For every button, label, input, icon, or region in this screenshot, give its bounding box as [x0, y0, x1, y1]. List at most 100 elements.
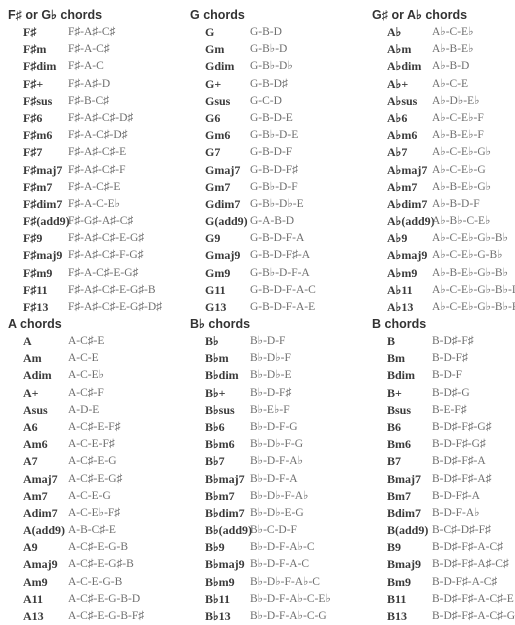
chord-row: F♯9 F♯-A♯-C♯-E-G♯ [8, 230, 186, 247]
chord-notes: F♯-A♯-C♯-F [68, 163, 126, 176]
chord-name: A7 [23, 454, 38, 469]
chord-row: A♭m A♭-B-E♭ [372, 41, 515, 58]
chord-row: G+ G-B-D♯ [190, 76, 368, 93]
chord-row: A♭maj7 A♭-C-E♭-G [372, 162, 515, 179]
chord-name: Adim [23, 368, 52, 383]
chord-name: Bdim7 [387, 505, 422, 520]
chord-notes: F♯-A♯-C♯-E [68, 146, 127, 159]
chord-notes: G-B-D-F♯ [250, 163, 298, 176]
chord-notes: B♭-D-F-G [250, 420, 298, 433]
chord-notes: A♭-B-E♭ [432, 43, 474, 56]
chord-name: A9 [23, 540, 38, 555]
chord-name: A♭sus [387, 93, 418, 108]
chord-notes: A-C♯-E-G-B [68, 541, 129, 554]
chord-name: Am7 [23, 488, 48, 503]
chord-notes: A♭-B♭-C-E♭ [432, 215, 491, 228]
chord-notes: F♯-A-C [68, 60, 104, 73]
chord-name: Gmaj7 [205, 162, 241, 177]
chord-notes: B-D♯-G [432, 386, 470, 399]
chord-row: B+ B-D♯-G [372, 385, 515, 402]
chord-notes: A♭-C-E♭-F [432, 111, 484, 124]
chord-notes: B-D-F♯-G♯ [432, 438, 486, 451]
chord-row: F♯maj9 F♯-A♯-C♯-F-G♯ [8, 247, 186, 264]
chord-row: A♭ A♭-C-E♭ [372, 24, 515, 41]
chord-name: F♯+ [23, 76, 44, 91]
chord-name: B♭dim7 [205, 505, 245, 520]
chord-section: B chords B B-D♯-F♯ Bm B-D-F♯ Bdim B-D-F B+ B-D♯-… [372, 316, 515, 625]
chord-row: Bmaj9 B-D♯-F♯-A♯-C♯ [372, 556, 515, 573]
chord-notes: A-C♯-E-G-B-D [68, 592, 141, 605]
chord-notes: B-D♯-F♯ [432, 335, 474, 347]
chord-notes: A-C-E-F♯ [68, 438, 115, 451]
chord-notes: B-E-F♯ [432, 403, 467, 416]
chord-row: B♭dim7 B♭-D♭-E-G [190, 505, 368, 522]
chord-name: A+ [23, 385, 39, 400]
chord-row: Gm7 G-B♭-D-F [190, 179, 368, 196]
chord-notes: B-D-F♯ [432, 352, 468, 365]
chord-row: B7 B-D♯-F♯-A [372, 453, 515, 470]
chord-row: A♭9 A♭-C-E♭-G♭-B♭ [372, 230, 515, 247]
chord-notes: A♭-C-E♭-G♭-B♭-D♭ [432, 283, 515, 296]
chord-name: B9 [387, 540, 402, 555]
chord-name: B♭+ [205, 385, 226, 400]
chord-row: A7 A-C♯-E-G [8, 453, 186, 470]
chord-row: B♭6 B♭-D-F-G [190, 419, 368, 436]
chord-row: G(add9) G-A-B-D [190, 213, 368, 230]
chord-notes: B♭-D-F-A-C [250, 558, 310, 571]
chord-row: B B-D♯-F♯ [372, 333, 515, 350]
chord-name: A♭(add9) [387, 214, 435, 229]
chord-notes: B♭-E♭-F [250, 403, 290, 416]
chord-row: F♯m6 F♯-A-C♯-D♯ [8, 127, 186, 144]
chord-row: G11 G-B-D-F-A-C [190, 282, 368, 299]
chord-notes: A♭-C-E♭-G [432, 163, 486, 176]
chord-notes: G-B-D-F-A [250, 232, 305, 245]
chord-row: A♭sus A♭-D♭-E♭ [372, 93, 515, 110]
chord-notes: F♯-A♯-C♯-E-G♯ [68, 232, 145, 245]
chord-row: B♭m9 B♭-D♭-F-A♭-C [190, 574, 368, 591]
chord-row: B6 B-D♯-F♯-G♯ [372, 419, 515, 436]
chord-row: A(add9) A-B-C♯-E [8, 522, 186, 539]
chord-row: A A-C♯-E [8, 333, 186, 350]
chord-notes: B-D-F♯-A-C♯ [432, 575, 498, 588]
chord-row: B♭7 B♭-D-F-A♭ [190, 453, 368, 470]
chord-section: A chords A A-C♯-E Am A-C-E Adim A-C-E♭ A+ A-C♯-F… [8, 316, 186, 625]
chord-notes: B♭-D-F-A♭-C [250, 541, 315, 554]
chord-notes: B-D♯-F♯-A [432, 455, 486, 468]
chord-name: A♭ [387, 25, 402, 39]
chord-row: F♯7 F♯-A♯-C♯-E [8, 144, 186, 161]
chord-row: B♭(add9) B♭-C-D-F [190, 522, 368, 539]
chord-notes: A♭-C-E♭-G♭-B♭-F [432, 301, 515, 313]
chord-name: Gsus [205, 93, 231, 108]
chord-row: Amaj7 A-C♯-E-G♯ [8, 471, 186, 488]
chord-name: B [387, 334, 396, 348]
chord-name: B♭7 [205, 454, 225, 469]
chord-name: B13 [387, 609, 408, 623]
chord-notes: B-D♯-F♯-A-C♯-G♯ [432, 610, 515, 622]
chord-row: F♯6 F♯-A♯-C♯-D♯ [8, 110, 186, 127]
chord-name: B+ [387, 385, 402, 400]
chord-name: G [205, 25, 215, 39]
chord-notes: A-C♯-E-G [68, 455, 117, 468]
chord-name: Bmaj9 [387, 557, 421, 572]
chord-name: F♯9 [23, 231, 43, 246]
chord-row: F♯m F♯-A-C♯ [8, 41, 186, 58]
chord-row: A♭maj9 A♭-C-E♭-G-B♭ [372, 247, 515, 264]
chord-name: A6 [23, 419, 38, 434]
chord-notes: F♯-A-C♯-E [68, 180, 121, 193]
chord-notes: G-B♭-D-F [250, 180, 298, 193]
chord-name: G7 [205, 145, 221, 160]
chord-row: B♭maj9 B♭-D-F-A-C [190, 556, 368, 573]
chord-notes: A-B-C♯-E [68, 524, 116, 537]
chord-row: F♯13 F♯-A♯-C♯-E-G♯-D♯ [8, 299, 186, 316]
chord-row: Am A-C-E [8, 350, 186, 367]
chord-notes: G-B-D-F-A-C [250, 283, 316, 296]
chord-name: A♭6 [387, 110, 408, 125]
chord-row: Gm6 G-B♭-D-E [190, 127, 368, 144]
chord-name: B♭sus [205, 402, 235, 417]
chord-row: B♭m6 B♭-D♭-F-G [190, 436, 368, 453]
chord-row: Am6 A-C-E-F♯ [8, 436, 186, 453]
chord-notes: A-C♯-E-G-B-F♯ [68, 610, 145, 622]
chord-name: A♭maj9 [387, 248, 428, 263]
chord-name: F♯6 [23, 110, 43, 125]
chord-name: Bm9 [387, 574, 411, 589]
